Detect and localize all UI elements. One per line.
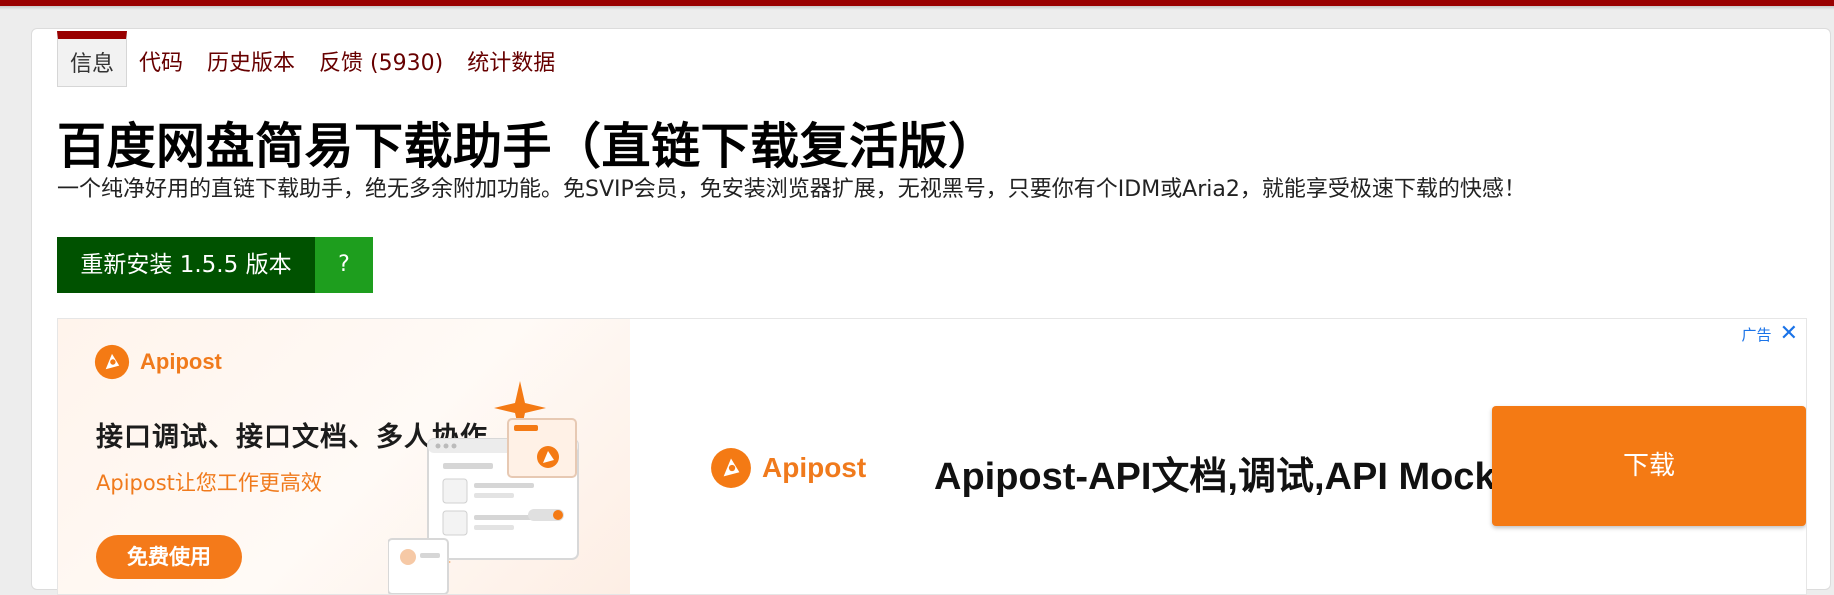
ad-download-button[interactable]: 下载 <box>1492 406 1806 526</box>
tab-bar: 信息 代码 历史版本 反馈 (5930) 统计数据 <box>57 29 567 87</box>
apipost-logo-icon <box>711 448 751 488</box>
reinstall-button[interactable]: 重新安装 1.5.5 版本 <box>57 237 315 293</box>
ad-free-use-button[interactable]: 免费使用 <box>96 535 242 579</box>
tab-stats[interactable]: 统计数据 <box>455 33 567 87</box>
script-info-card: 信息 代码 历史版本 反馈 (5930) 统计数据 百度网盘简易下载助手（直链下… <box>31 28 1831 595</box>
advertisement[interactable]: Apipost 接口调试、接口文档、多人协作 Apipost让您工作更高效 免费… <box>57 318 1807 595</box>
apipost-logo-icon <box>94 344 130 380</box>
top-accent-bar <box>0 0 1834 10</box>
ad-banner-image[interactable]: Apipost 接口调试、接口文档、多人协作 Apipost让您工作更高效 免费… <box>58 319 630 594</box>
ad-brand-name-small: Apipost <box>140 349 222 374</box>
ad-title[interactable]: Apipost-API文档,调试,API Mock <box>934 445 1496 500</box>
install-help-button[interactable]: ? <box>315 237 373 293</box>
ad-illustration <box>388 381 579 594</box>
tab-code[interactable]: 代码 <box>127 33 195 87</box>
tab-history[interactable]: 历史版本 <box>195 33 307 87</box>
tab-info[interactable]: 信息 <box>57 31 128 87</box>
script-description: 一个纯净好用的直链下载助手，绝无多余附加功能。免SVIP会员，免安装浏览器扩展，… <box>57 177 1526 202</box>
ad-brand-logo-small: Apipost <box>94 344 222 380</box>
ad-brand-name: Apipost <box>762 452 867 483</box>
ad-subhead: Apipost让您工作更高效 <box>96 471 322 495</box>
install-group: 重新安装 1.5.5 版本 ? <box>57 237 373 293</box>
ad-label[interactable]: 广告 <box>1742 324 1772 345</box>
page-title: 百度网盘简易下载助手（直链下载复活版） <box>57 118 998 175</box>
ad-choices[interactable]: 广告 ✕ <box>1742 323 1798 345</box>
close-icon[interactable]: ✕ <box>1780 323 1798 345</box>
ad-brand-logo[interactable]: Apipost <box>710 447 866 489</box>
tab-feedback[interactable]: 反馈 (5930) <box>307 33 455 87</box>
